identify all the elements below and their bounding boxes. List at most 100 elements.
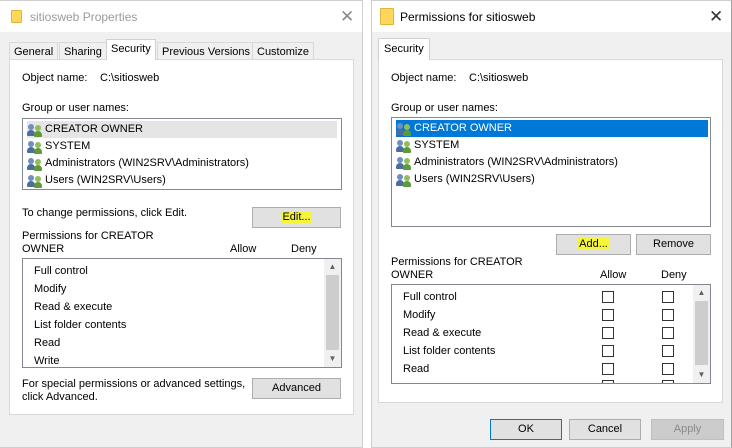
list-item-label: SYSTEM	[414, 139, 460, 151]
title-bar[interactable]: sitiosweb Properties ✕	[0, 1, 362, 32]
allow-checkbox[interactable]	[602, 327, 614, 339]
list-item-label: CREATOR OWNER	[45, 123, 143, 135]
users-icon	[27, 174, 43, 188]
permission-row: List folder contents	[34, 319, 127, 331]
list-item-label: SYSTEM	[45, 140, 91, 152]
special-permissions-text: For special permissions or advanced sett…	[22, 378, 246, 390]
scroll-thumb[interactable]	[326, 275, 339, 350]
allow-header: Allow	[600, 269, 627, 281]
object-name-value: C:\sitiosweb	[100, 72, 160, 84]
deny-header: Deny	[291, 243, 317, 255]
allow-checkbox[interactable]	[602, 291, 614, 303]
tab-security[interactable]: Security	[106, 39, 156, 60]
tab-customize[interactable]: Customize	[252, 42, 314, 60]
permissions-list[interactable]: Full control Modify Read & execute List …	[391, 284, 711, 384]
permissions-scrollbar[interactable]: ▲ ▼	[693, 285, 710, 383]
tab-general[interactable]: General	[9, 42, 59, 60]
deny-checkbox[interactable]	[662, 345, 674, 357]
users-icon	[396, 156, 412, 170]
scroll-up-icon[interactable]: ▲	[324, 262, 341, 272]
object-name-value: C:\sitiosweb	[469, 72, 529, 84]
permissions-scrollbar[interactable]: ▲ ▼	[324, 259, 341, 367]
folder-icon	[380, 8, 394, 25]
list-item-label: CREATOR OWNER	[414, 122, 512, 134]
object-name-label: Object name:	[22, 72, 88, 84]
list-item-system[interactable]: SYSTEM	[396, 137, 459, 154]
permissions-dialog: Permissions for sitiosweb ✕ Security Obj…	[371, 0, 732, 448]
tab-sharing[interactable]: Sharing	[59, 42, 107, 60]
window-title: sitiosweb Properties	[30, 10, 138, 24]
list-item-creator-owner[interactable]: CREATOR OWNER	[27, 121, 337, 138]
scroll-thumb[interactable]	[695, 301, 708, 365]
deny-checkbox[interactable]	[662, 327, 674, 339]
permissions-for-label: Permissions for CREATOR	[391, 256, 523, 268]
edit-button[interactable]: Edit...	[252, 207, 341, 228]
special-permissions-text-2: click Advanced.	[22, 391, 98, 403]
scroll-up-icon[interactable]: ▲	[693, 288, 710, 298]
folder-icon	[11, 10, 22, 23]
permission-row: Write	[34, 355, 60, 367]
list-item-label: Administrators (WIN2SRV\Administrators)	[414, 156, 618, 168]
allow-checkbox[interactable]	[602, 309, 614, 321]
close-icon[interactable]: ✕	[340, 8, 354, 25]
list-item-label: Administrators (WIN2SRV\Administrators)	[45, 157, 249, 169]
apply-button[interactable]: Apply	[651, 419, 724, 440]
permission-row: Full control	[34, 265, 88, 277]
change-permissions-text: To change permissions, click Edit.	[22, 207, 188, 219]
tab-previous-versions[interactable]: Previous Versions	[157, 42, 256, 60]
allow-checkbox[interactable]	[602, 363, 614, 375]
security-panel: Object name: C:\sitiosweb Group or user …	[9, 59, 354, 415]
permission-row: Modify	[403, 309, 436, 321]
users-icon	[396, 122, 412, 136]
deny-checkbox[interactable]	[662, 309, 674, 321]
groups-label: Group or user names:	[22, 102, 129, 114]
permissions-list[interactable]: Full control Modify Read & execute List …	[22, 258, 342, 368]
remove-button[interactable]: Remove	[636, 234, 711, 255]
object-name-label: Object name:	[391, 72, 457, 84]
deny-header: Deny	[661, 269, 687, 281]
deny-checkbox[interactable]	[662, 363, 674, 375]
cancel-button[interactable]: Cancel	[569, 419, 641, 440]
list-item-users[interactable]: Users (WIN2SRV\Users)	[27, 172, 166, 189]
permission-row: Read & execute	[403, 327, 482, 339]
edit-button-label: Edit...	[281, 211, 312, 223]
permission-row: Read & execute	[34, 301, 113, 313]
scroll-down-icon[interactable]: ▼	[693, 370, 710, 380]
permissions-for-label: Permissions for CREATOR	[22, 230, 154, 242]
users-icon	[27, 157, 43, 171]
groups-label: Group or user names:	[391, 102, 498, 114]
advanced-button[interactable]: Advanced	[252, 378, 341, 399]
permission-row: Read	[34, 337, 61, 349]
group-user-list[interactable]: CREATOR OWNER SYSTEM Administrators (WIN…	[391, 117, 711, 227]
close-icon[interactable]: ✕	[709, 8, 723, 25]
list-item-creator-owner[interactable]: CREATOR OWNER	[396, 120, 708, 137]
users-icon	[27, 140, 43, 154]
list-item-system[interactable]: SYSTEM	[27, 138, 90, 155]
permissions-for-label-principal: OWNER	[391, 269, 434, 281]
permission-row: Modify	[34, 283, 67, 295]
permissions-for-label-principal: OWNER	[22, 243, 65, 255]
title-bar[interactable]: Permissions for sitiosweb ✕	[372, 1, 731, 32]
group-user-list[interactable]: CREATOR OWNER SYSTEM Administrators (WIN…	[22, 118, 342, 190]
deny-checkbox[interactable]	[662, 291, 674, 303]
security-panel: Object name: C:\sitiosweb Group or user …	[378, 59, 723, 403]
scroll-down-icon[interactable]: ▼	[324, 354, 341, 364]
add-button-label: Add...	[578, 238, 609, 250]
deny-checkbox[interactable]	[662, 380, 674, 383]
allow-checkbox[interactable]	[602, 380, 614, 383]
list-item-administrators[interactable]: Administrators (WIN2SRV\Administrators)	[27, 155, 249, 172]
users-icon	[396, 139, 412, 153]
ok-button[interactable]: OK	[490, 419, 562, 440]
window-title: Permissions for sitiosweb	[400, 10, 536, 24]
allow-header: Allow	[230, 243, 257, 255]
tab-security[interactable]: Security	[378, 38, 430, 60]
permission-row: Read	[403, 363, 430, 375]
permission-row: Full control	[403, 291, 457, 303]
users-icon	[27, 123, 43, 137]
allow-checkbox[interactable]	[602, 345, 614, 357]
list-item-label: Users (WIN2SRV\Users)	[45, 174, 166, 186]
list-item-users[interactable]: Users (WIN2SRV\Users)	[396, 171, 535, 188]
permission-row: List folder contents	[403, 345, 496, 357]
add-button[interactable]: Add...	[556, 234, 631, 255]
list-item-administrators[interactable]: Administrators (WIN2SRV\Administrators)	[396, 154, 618, 171]
